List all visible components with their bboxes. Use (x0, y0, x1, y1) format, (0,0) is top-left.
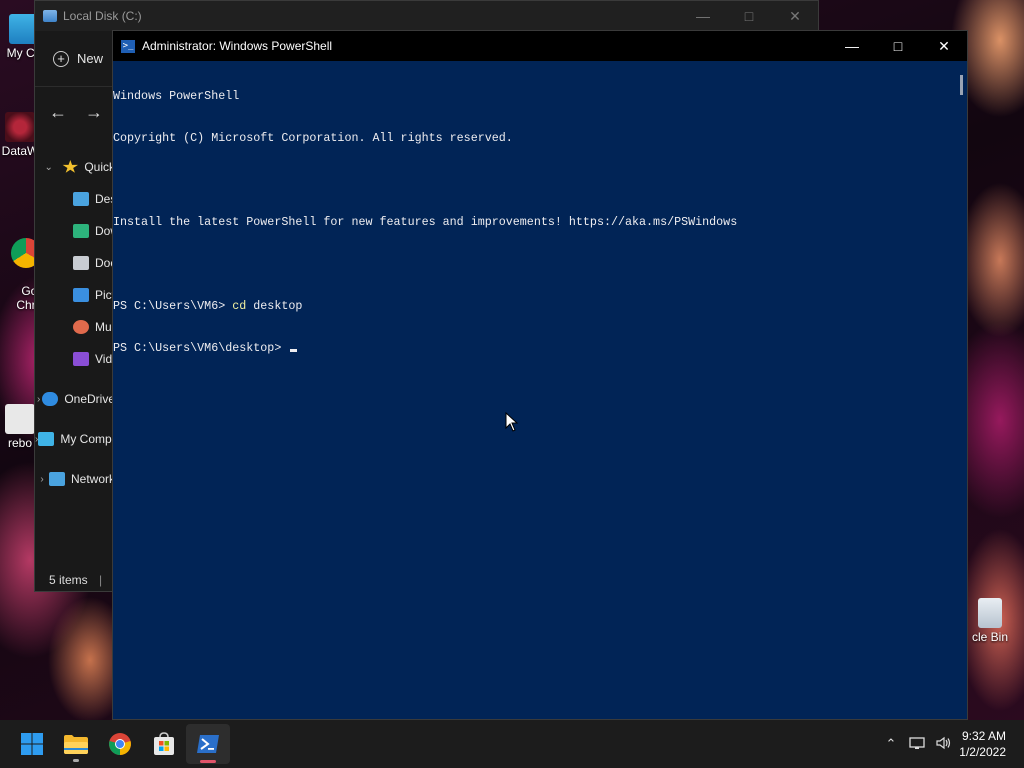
desktop-icon-recycle-bin[interactable]: cle Bin (960, 598, 1020, 644)
desktop-folder-icon (73, 192, 89, 206)
sidebar-item-pictures[interactable]: Pictures (35, 279, 115, 311)
sidebar-item-music[interactable]: Music (35, 311, 115, 343)
clock-time: 9:32 AM (961, 729, 1006, 743)
datawrapper-icon (5, 112, 35, 142)
clock-date: 1/2/2022 (959, 745, 1006, 759)
prompt: PS C:\Users\VM6> (113, 299, 233, 313)
minimize-button[interactable]: — (680, 1, 726, 31)
powershell-icon (197, 735, 219, 753)
sidebar-item-label: OneDrive (64, 392, 115, 406)
taskbar-store[interactable] (142, 724, 186, 764)
prompt: PS C:\Users\VM6\desktop> (113, 341, 289, 355)
back-arrow-icon[interactable]: ← (49, 102, 67, 123)
store-icon (154, 732, 174, 755)
sidebar-item-label: Network (70, 472, 115, 486)
desktop-icon-label: DataW (1, 144, 39, 158)
download-icon (73, 224, 89, 238)
powershell-icon: >_ (121, 39, 135, 53)
active-indicator (200, 760, 216, 763)
taskbar: ⌃ 9:32 AM 1/2/2022 (0, 720, 1024, 768)
taskbar-chrome[interactable] (98, 724, 142, 764)
taskbar-powershell[interactable] (186, 724, 230, 764)
sidebar-item-network[interactable]: › Network (35, 463, 115, 495)
windows-logo-icon (21, 733, 43, 755)
explorer-title: Local Disk (C:) (63, 9, 142, 23)
drive-icon (43, 10, 57, 22)
sidebar-item-label: My Computer (60, 432, 115, 446)
powershell-title-bar[interactable]: >_ Administrator: Windows PowerShell — □… (113, 31, 967, 61)
clock[interactable]: 9:32 AM 1/2/2022 (956, 728, 1024, 760)
picture-icon (73, 288, 89, 302)
sidebar-item-videos[interactable]: Videos (35, 343, 115, 375)
taskbar-file-explorer[interactable] (54, 724, 98, 764)
star-icon (62, 160, 78, 173)
console-input-line[interactable]: PS C:\Users\VM6\desktop> (113, 341, 953, 355)
sidebar-item-desktop[interactable]: Desktop (35, 183, 115, 215)
desktop-icon-label: rebo (7, 436, 33, 450)
powershell-title: Administrator: Windows PowerShell (142, 39, 333, 53)
sidebar-item-onedrive[interactable]: › OneDrive (35, 383, 115, 415)
chevron-right-icon[interactable]: › (35, 394, 42, 405)
powershell-window[interactable]: >_ Administrator: Windows PowerShell — □… (112, 30, 968, 720)
plus-icon: + (53, 50, 69, 67)
chevron-right-icon[interactable]: › (35, 474, 49, 485)
console-command-line: PS C:\Users\VM6> cd desktop (113, 299, 953, 313)
explorer-title-bar[interactable]: Local Disk (C:) — □ ✕ (35, 1, 818, 31)
minimize-button[interactable]: — (829, 31, 875, 61)
console-output[interactable]: Windows PowerShell Copyright (C) Microso… (113, 61, 953, 719)
chevron-down-icon[interactable]: ⌄ (35, 162, 62, 173)
monitor-icon (38, 432, 55, 446)
folder-icon (64, 735, 88, 754)
console-line: Windows PowerShell (113, 89, 240, 103)
music-icon (73, 320, 89, 334)
sidebar-item-downloads[interactable]: Downloads (35, 215, 115, 247)
recycle-bin-icon (978, 598, 1002, 628)
close-button[interactable]: ✕ (772, 1, 818, 31)
console-line: Copyright (C) Microsoft Corporation. All… (113, 131, 513, 145)
new-button[interactable]: + New (53, 50, 104, 67)
cloud-icon (42, 392, 59, 406)
command-name: cd (232, 299, 247, 313)
maximize-button[interactable]: □ (726, 1, 772, 31)
start-button[interactable] (10, 724, 54, 764)
navigation-pane: ⌄ Quick Desktop Downloads Documents Pict… (35, 151, 115, 495)
maximize-button[interactable]: □ (875, 31, 921, 61)
file-icon (5, 404, 35, 434)
new-label: New (77, 51, 104, 66)
status-divider: | (99, 573, 103, 587)
network-icon[interactable] (904, 736, 930, 753)
sidebar-item-quick-access[interactable]: ⌄ Quick (35, 151, 115, 183)
chrome-icon (109, 733, 131, 755)
item-count: 5 items (49, 573, 88, 587)
forward-arrow-icon[interactable]: → (85, 102, 103, 123)
command-argument: desktop (246, 299, 303, 313)
video-icon (73, 352, 89, 366)
system-tray: ⌃ 9:32 AM 1/2/2022 (878, 720, 1024, 768)
close-button[interactable]: ✕ (921, 31, 967, 61)
console-line: Install the latest PowerShell for new fe… (113, 215, 738, 229)
running-indicator (73, 759, 79, 762)
sidebar-item-documents[interactable]: Documents (35, 247, 115, 279)
network-icon (48, 472, 65, 486)
document-icon (73, 256, 89, 270)
volume-icon[interactable] (930, 736, 956, 753)
desktop-icon-label: cle Bin (971, 630, 1009, 644)
chevron-up-icon[interactable]: ⌃ (878, 736, 904, 752)
sidebar-item-label: Quick (84, 160, 115, 174)
status-bar: 5 items | (49, 573, 102, 587)
sidebar-item-my-computer[interactable]: › My Computer (35, 423, 115, 455)
scrollbar-thumb[interactable] (960, 75, 963, 95)
text-cursor (290, 349, 298, 352)
